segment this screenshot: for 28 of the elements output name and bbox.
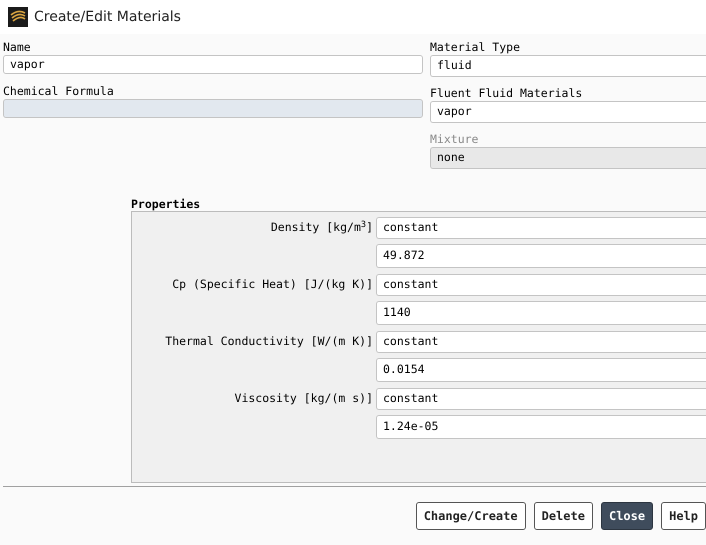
- dropdown-field[interactable]: fluid: [430, 55, 706, 77]
- value-field[interactable]: 49.872: [376, 244, 706, 268]
- app-logo-icon: [8, 7, 28, 27]
- dialog-button[interactable]: Close: [600, 502, 654, 530]
- property-label: Cp (Specific Heat) [J/(kg K)]: [171, 276, 374, 294]
- property-label: Density [kg/m$^{3}$]: [270, 219, 374, 236]
- field-label: Fluent Fluid Materials: [430, 85, 584, 101]
- section-heading: Properties: [131, 197, 202, 211]
- property-label: Viscosity [kg/(m s)]: [234, 390, 374, 408]
- text-field[interactable]: vapor: [3, 55, 423, 74]
- window-title: Create/Edit Materials: [34, 8, 181, 26]
- dropdown-field[interactable]: vapor: [430, 101, 706, 123]
- method-dropdown[interactable]: constant: [376, 331, 706, 353]
- dialog-button[interactable]: Change/Create: [416, 502, 526, 530]
- field-label: Mixture: [430, 131, 480, 147]
- method-dropdown[interactable]: constant: [376, 217, 706, 239]
- value-field[interactable]: 1.24e-05: [376, 415, 706, 439]
- value-field[interactable]: 1140: [376, 301, 706, 325]
- method-dropdown[interactable]: constant: [376, 388, 706, 410]
- property-label: Thermal Conductivity [W/(m K)]: [164, 333, 374, 350]
- dialog-button[interactable]: Help: [661, 502, 706, 530]
- field-label: Chemical Formula: [3, 83, 115, 99]
- value-field[interactable]: 0.0154: [376, 358, 706, 382]
- method-dropdown[interactable]: constant: [376, 274, 706, 296]
- formula-field[interactable]: [3, 99, 423, 118]
- dialog-button[interactable]: Delete: [534, 502, 593, 530]
- field-label: Material Type: [430, 39, 522, 55]
- field-label: Name: [3, 39, 32, 55]
